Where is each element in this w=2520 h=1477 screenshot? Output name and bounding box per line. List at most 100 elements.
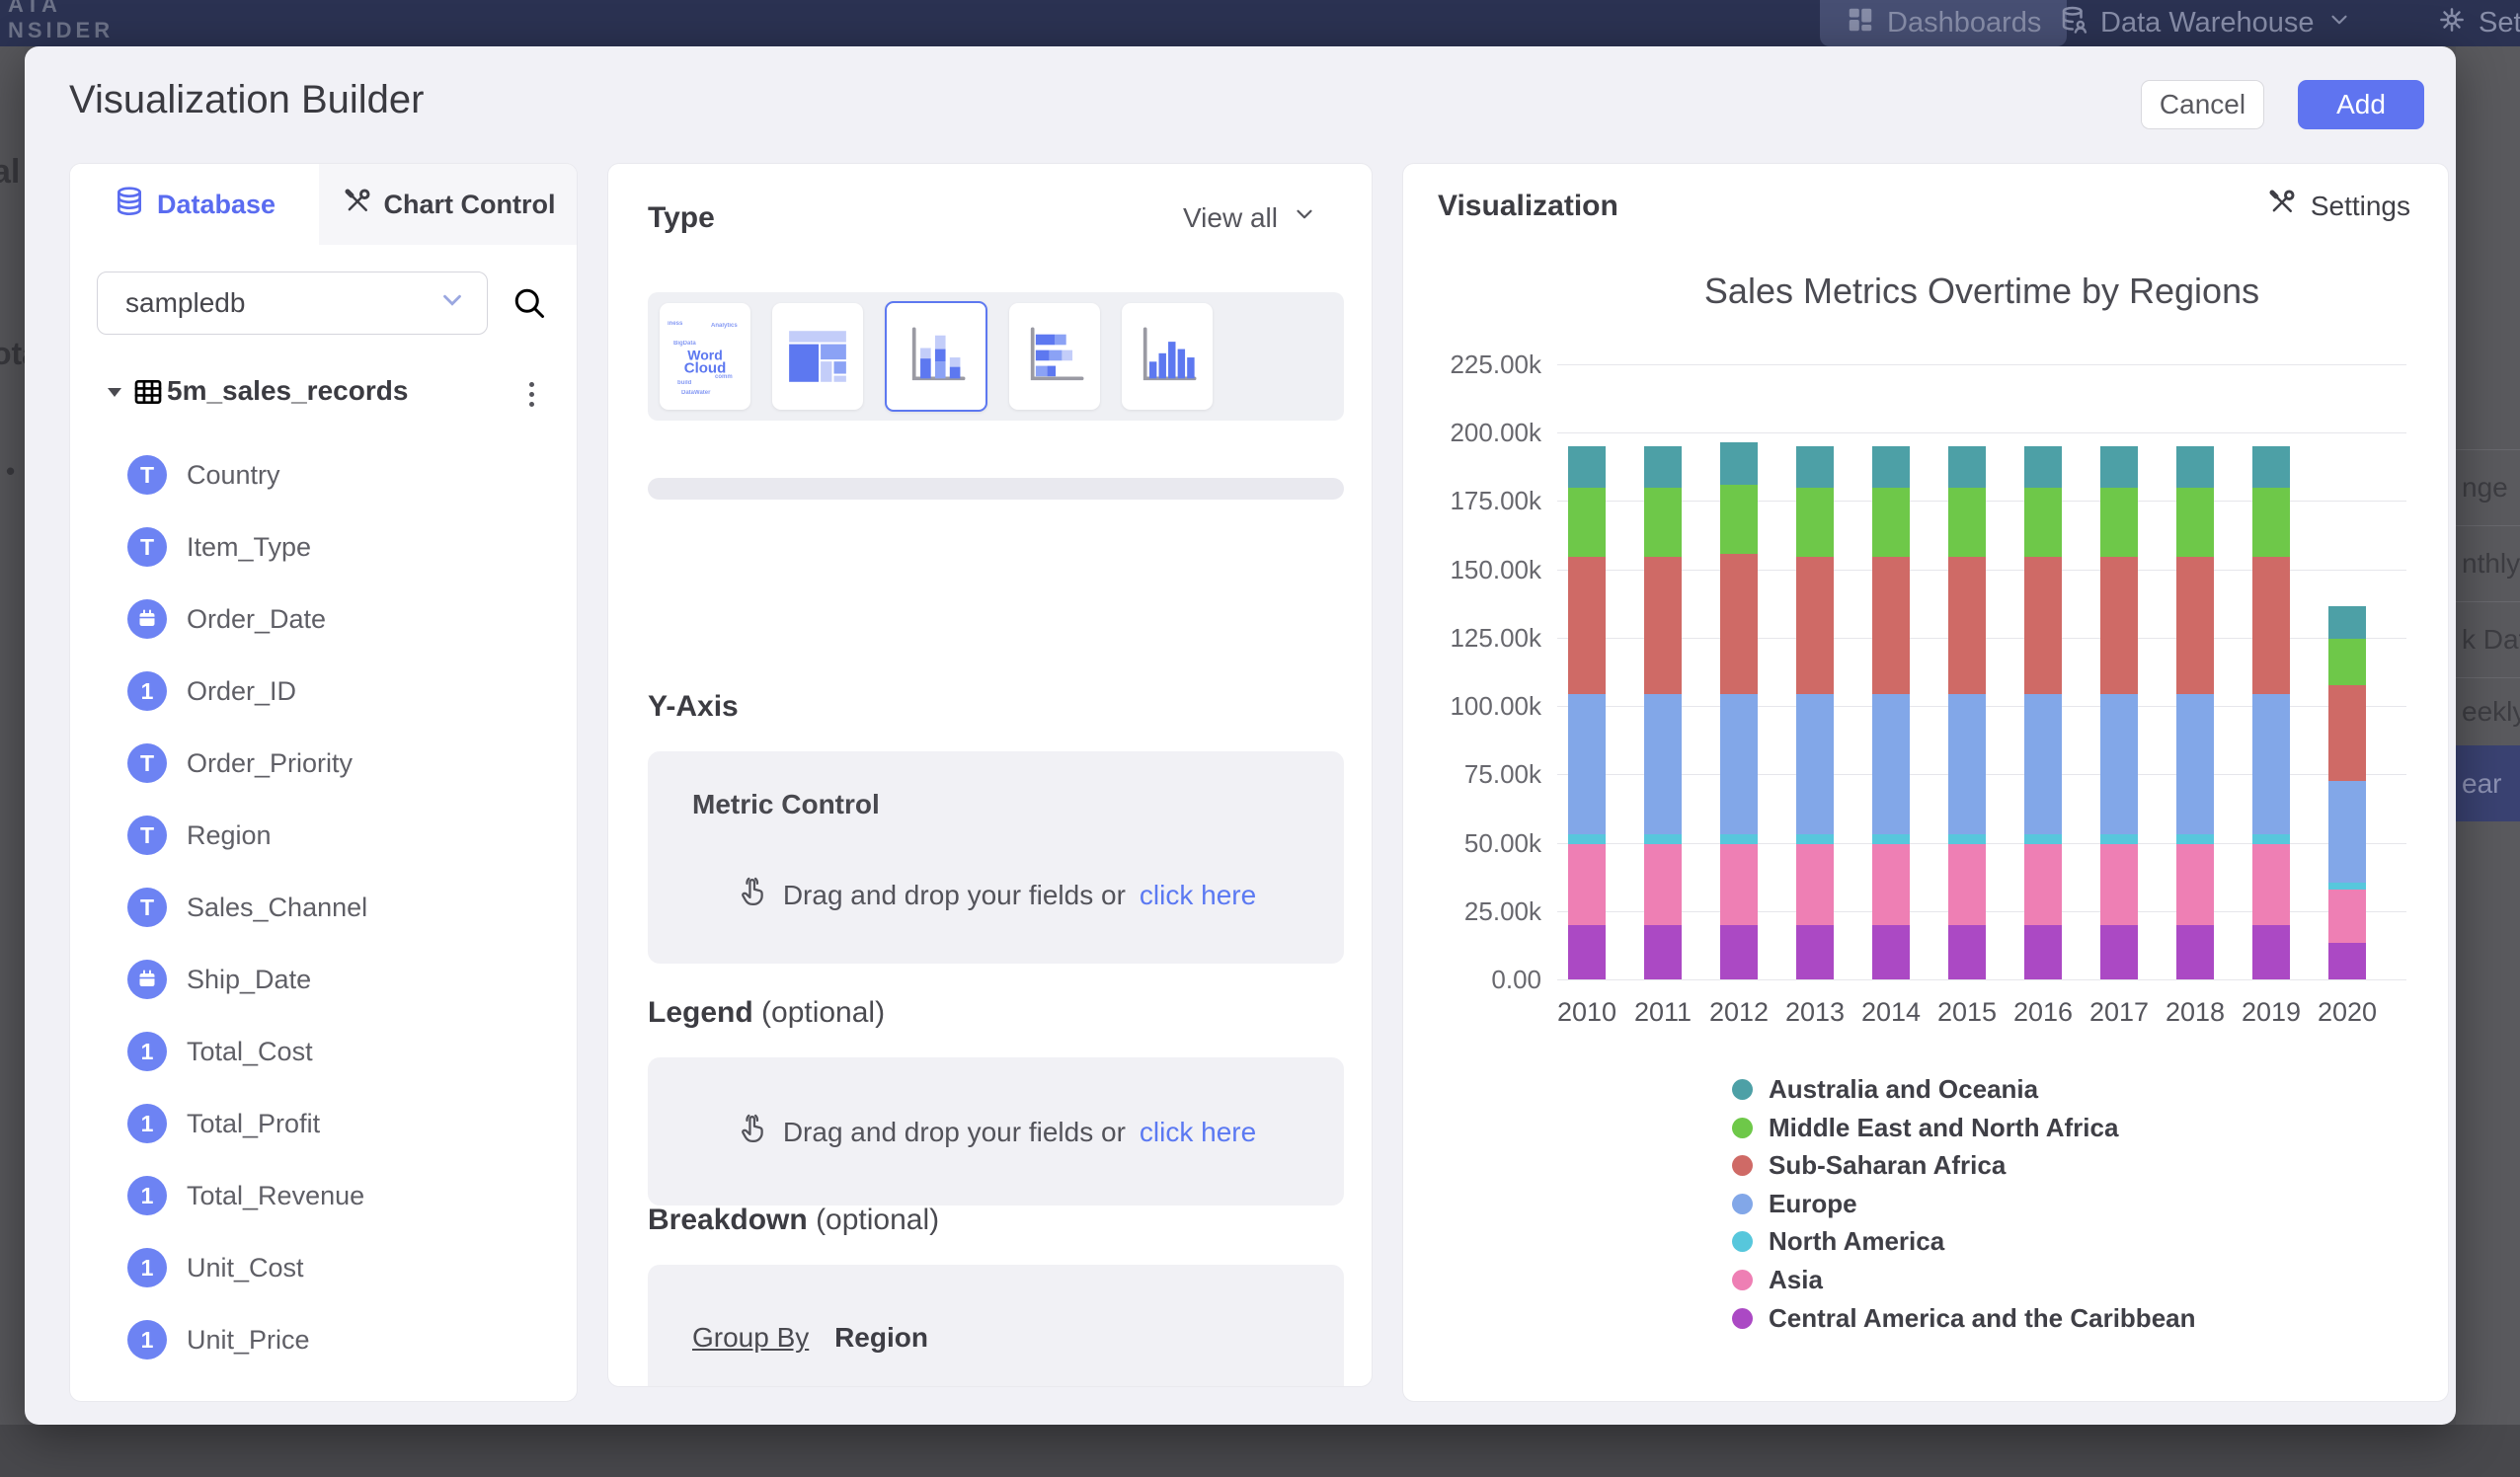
field-item-unit_cost[interactable]: 1 Unit_Cost	[70, 1240, 578, 1295]
bar-segment	[2100, 557, 2138, 693]
field-item-sales_channel[interactable]: T Sales_Channel	[70, 880, 578, 935]
tab-database[interactable]: Database	[70, 164, 319, 245]
database-select[interactable]: sampledb	[97, 272, 488, 335]
hand-click-icon	[736, 1112, 769, 1152]
field-type-number-icon: 1	[127, 1248, 167, 1287]
chart-type-strip: Word Cloud inessAnalyticsBigDatabuildcom…	[648, 292, 1344, 421]
nav-dashboards[interactable]: Dashboards	[1820, 0, 2067, 46]
field-type-number-icon: 1	[127, 671, 167, 711]
field-item-total_profit[interactable]: 1 Total_Profit	[70, 1096, 578, 1151]
horizontal-scrollbar[interactable]	[648, 478, 1344, 500]
caret-down-icon[interactable]	[103, 381, 126, 410]
builder-panel: Type View all Word Cloud inessAnalyticsB…	[607, 163, 1373, 1387]
chart-type-card-word-cloud[interactable]: Word Cloud inessAnalyticsBigDatabuildcom…	[660, 303, 750, 410]
top-nav-bar: ATA NSIDER Dashboards Data Warehouse Set…	[0, 0, 2520, 46]
tab-chart-control[interactable]: Chart Control	[319, 164, 578, 245]
legend-dropzone[interactable]: Drag and drop your fields or click here	[648, 1057, 1344, 1205]
database-icon	[114, 186, 145, 224]
bar-segment	[2252, 844, 2290, 925]
search-icon[interactable]	[512, 285, 547, 326]
bar-segment	[2024, 925, 2062, 979]
bar-segment	[2176, 834, 2214, 844]
modal-title: Visualization Builder	[69, 78, 424, 122]
table-name: 5m_sales_records	[167, 375, 408, 407]
field-label: Sales_Channel	[187, 893, 367, 923]
chart-type-card-stacked-bar[interactable]	[1009, 303, 1100, 410]
field-type-text-icon: T	[127, 816, 167, 855]
field-type-text-icon: T	[127, 888, 167, 927]
field-item-unit_price[interactable]: 1 Unit_Price	[70, 1312, 578, 1367]
stacked-bar-2016	[2024, 164, 2062, 979]
bar-segment	[2176, 557, 2214, 693]
bar-segment	[2100, 446, 2138, 488]
stacked-bar-2010	[1568, 164, 1606, 979]
legend-dot-icon	[1732, 1155, 1753, 1176]
legend-item[interactable]: Middle East and North Africa	[1732, 1113, 2118, 1143]
field-type-date-icon	[127, 599, 167, 639]
chart-type-card-treemap[interactable]	[772, 303, 863, 410]
bar-segment	[1872, 446, 1910, 488]
bar-segment	[1720, 442, 1758, 485]
x-axis-tick-label: 2020	[2303, 997, 2392, 1028]
field-label: Total_Profit	[187, 1109, 320, 1139]
legend-item[interactable]: North America	[1732, 1226, 1944, 1257]
stacked-bar-2019	[2252, 164, 2290, 979]
chart-type-card-column[interactable]	[1122, 303, 1213, 410]
field-item-order_date[interactable]: Order_Date	[70, 591, 578, 647]
group-by-label[interactable]: Group By	[692, 1322, 809, 1353]
gridline	[1557, 979, 2406, 980]
legend-dot-icon	[1732, 1194, 1753, 1214]
field-type-text-icon: T	[127, 527, 167, 567]
nav-data-warehouse[interactable]: Data Warehouse	[2059, 0, 2352, 46]
view-all-dropdown[interactable]: View all	[1183, 201, 1317, 234]
bar-segment	[1644, 446, 1682, 488]
field-item-order_priority[interactable]: T Order_Priority	[70, 736, 578, 791]
legend-item[interactable]: Sub-Saharan Africa	[1732, 1150, 2006, 1181]
y-axis-tick-label: 0.00	[1413, 965, 1541, 995]
legend-item[interactable]: Central America and the Caribbean	[1732, 1303, 2196, 1334]
metric-control-dropzone[interactable]: Metric Control Drag and drop your fields…	[648, 751, 1344, 964]
field-item-ship_date[interactable]: Ship_Date	[70, 952, 578, 1007]
field-item-region[interactable]: T Region	[70, 808, 578, 863]
field-type-number-icon: 1	[127, 1032, 167, 1071]
bar-segment	[1568, 834, 1606, 844]
database-panel: Database Chart Control sampledb 5m_sales…	[69, 163, 578, 1402]
field-item-item_type[interactable]: T Item_Type	[70, 519, 578, 575]
background-text-fragment: ota	[0, 336, 25, 372]
add-button[interactable]: Add	[2298, 80, 2424, 129]
bar-segment	[2328, 883, 2366, 890]
table-tree-item[interactable]: 5m_sales_records	[70, 373, 578, 413]
bar-segment	[1568, 844, 1606, 925]
field-item-country[interactable]: T Country	[70, 447, 578, 503]
field-label: Order_Priority	[187, 748, 353, 779]
cancel-button[interactable]: Cancel	[2141, 80, 2264, 129]
bar-segment	[1948, 694, 1986, 835]
bar-segment	[1948, 488, 1986, 558]
chart-type-card-stacked-column[interactable]	[885, 301, 987, 412]
bar-segment	[1720, 844, 1758, 925]
stacked-bar-2018	[2176, 164, 2214, 979]
field-item-total_revenue[interactable]: 1 Total_Revenue	[70, 1168, 578, 1223]
legend-dot-icon	[1732, 1079, 1753, 1100]
field-item-total_cost[interactable]: 1 Total_Cost	[70, 1024, 578, 1079]
warehouse-icon	[2059, 5, 2088, 42]
bar-segment	[2176, 925, 2214, 979]
bar-segment	[1948, 925, 1986, 979]
legend-dot-icon	[1732, 1270, 1753, 1290]
field-item-order_id[interactable]: 1 Order_ID	[70, 663, 578, 719]
legend-click-here-link[interactable]: click here	[1140, 1117, 1256, 1148]
bar-segment	[1720, 834, 1758, 844]
bar-segment	[2024, 488, 2062, 558]
background-text-fragment: •	[6, 456, 15, 487]
breakdown-box[interactable]: Group By Region	[648, 1265, 1344, 1387]
legend-item[interactable]: Australia and Oceania	[1732, 1074, 2038, 1105]
legend-item[interactable]: Europe	[1732, 1189, 1857, 1219]
bar-segment	[1948, 557, 1986, 693]
bar-segment	[1796, 844, 1834, 925]
y-axis-tick-label: 75.00k	[1413, 759, 1541, 790]
field-label: Order_ID	[187, 676, 296, 707]
metric-click-here-link[interactable]: click here	[1140, 880, 1256, 911]
nav-settings[interactable]: Settin	[2437, 0, 2520, 46]
legend-item[interactable]: Asia	[1732, 1265, 1823, 1295]
kebab-menu-icon[interactable]	[516, 377, 546, 411]
